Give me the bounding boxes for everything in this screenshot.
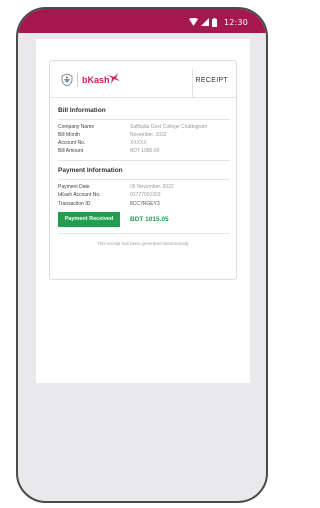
receipt-card: bKash RECEIPT Bill Information Company N… bbox=[49, 60, 237, 280]
wifi-icon bbox=[188, 18, 198, 26]
bkash-bird-icon bbox=[108, 73, 120, 84]
transaction-id-label: Transaction ID bbox=[58, 201, 91, 207]
status-time: 12:30 bbox=[223, 17, 248, 27]
bkash-account-row: bKash Account No. 01727001303 bbox=[58, 192, 230, 200]
payment-section-top-divider bbox=[58, 160, 230, 161]
payment-received-badge: Payment Received bbox=[58, 212, 120, 227]
payment-section-divider bbox=[58, 179, 230, 180]
account-no-label: Account No. bbox=[58, 140, 86, 146]
screen-content: bKash RECEIPT Bill Information Company N… bbox=[36, 39, 250, 383]
bill-month-row: Bill Month November, 2022 bbox=[58, 132, 230, 140]
bill-month-label: Bill Month bbox=[58, 132, 80, 138]
transaction-id-row: Transaction ID 8CC7RGEY3 bbox=[58, 201, 230, 209]
header-divider bbox=[77, 73, 78, 87]
transaction-id-value: 8CC7RGEY3 bbox=[130, 201, 160, 207]
payment-date-label: Payment Date bbox=[58, 184, 90, 190]
bkash-account-value: 01727001303 bbox=[130, 192, 161, 198]
payment-information-title: Payment Information bbox=[58, 167, 123, 174]
college-crest-icon bbox=[61, 73, 73, 87]
receipt-header: bKash RECEIPT bbox=[50, 61, 236, 98]
payment-date-row: Payment Date 05 November, 2022 bbox=[58, 184, 230, 192]
battery-icon bbox=[211, 17, 217, 27]
payment-date-value: 05 November, 2022 bbox=[130, 184, 174, 190]
company-name-row: Company Name Saffiadia Govt College Chat… bbox=[58, 124, 230, 132]
status-bar: 12:30 bbox=[18, 9, 266, 33]
bill-amount-row: Bill Amount BDT 1080.00 bbox=[58, 148, 230, 156]
receipt-label-divider bbox=[192, 69, 193, 97]
company-name-label: Company Name bbox=[58, 124, 95, 130]
company-name-value: Saffiadia Govt College Chattogram bbox=[130, 124, 208, 130]
receipt-footer-note: This receipt has been generated electron… bbox=[97, 241, 189, 246]
payment-status-row: Payment Received BDT 1015.05 bbox=[58, 212, 230, 227]
account-no-row: Account No. XXXXX bbox=[58, 140, 230, 148]
phone-frame: 12:30 bKash RECEIPT Bill Information Com… bbox=[16, 7, 268, 503]
footer-divider bbox=[58, 233, 230, 234]
status-icons: 12:30 bbox=[188, 16, 248, 28]
bkash-account-label: bKash Account No. bbox=[58, 192, 101, 198]
bkash-brand: bKash bbox=[82, 75, 110, 85]
bill-month-value: November, 2022 bbox=[130, 132, 167, 138]
account-no-value: XXXXX bbox=[130, 140, 147, 146]
signal-icon bbox=[200, 18, 209, 26]
paid-amount: BDT 1015.05 bbox=[130, 216, 169, 223]
receipt-title: RECEIPT bbox=[195, 77, 228, 84]
bill-amount-label: Bill Amount bbox=[58, 148, 84, 154]
bill-amount-value: BDT 1080.00 bbox=[130, 148, 160, 154]
bill-information-title: Bill Information bbox=[58, 107, 106, 114]
bill-section-divider bbox=[58, 119, 230, 120]
